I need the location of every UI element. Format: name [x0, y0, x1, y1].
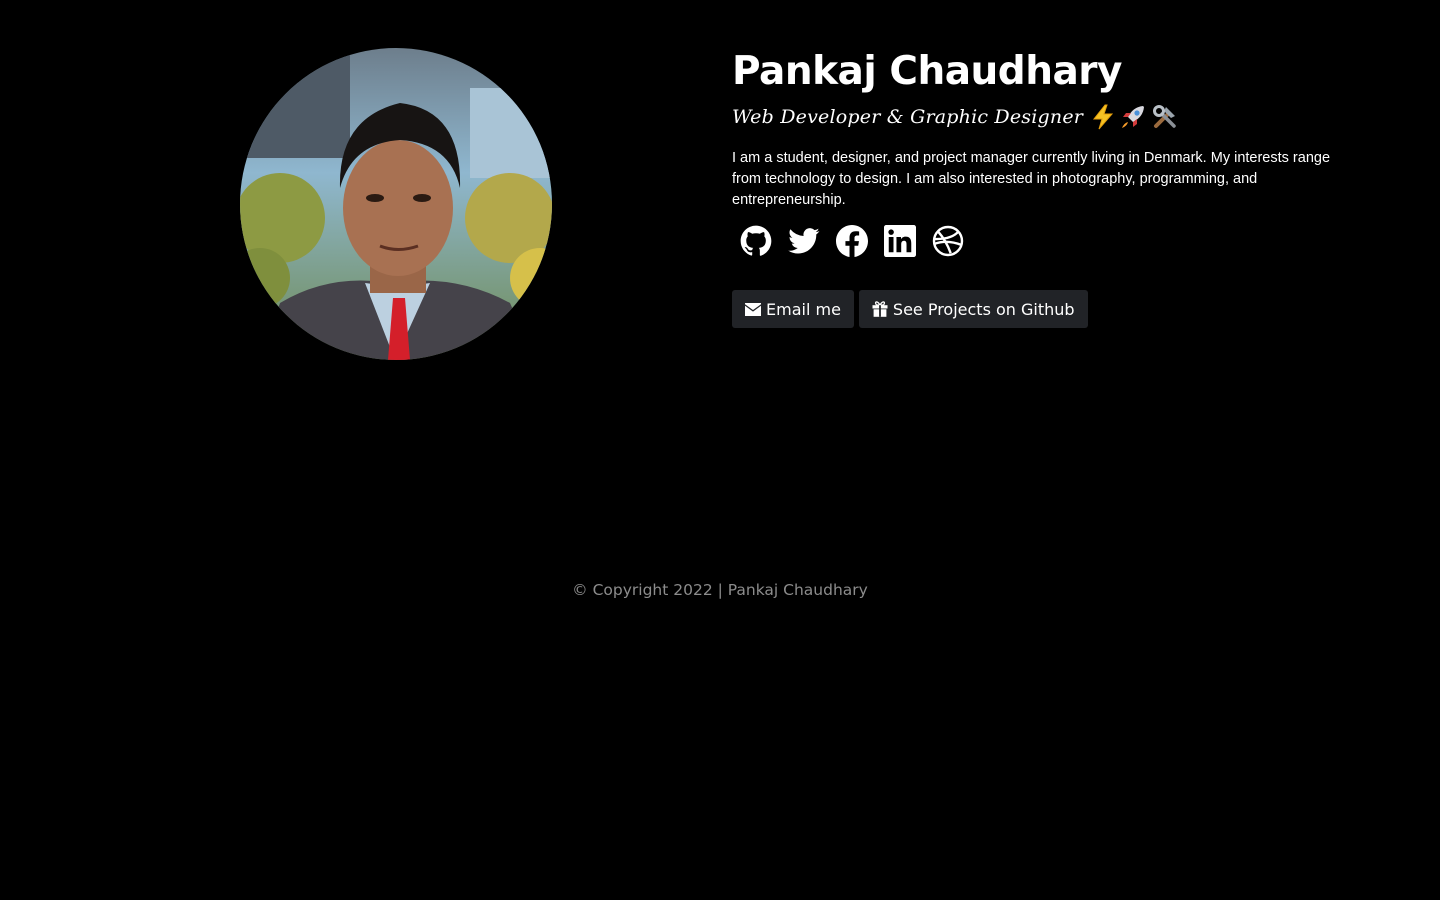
email-me-label: Email me	[766, 299, 841, 319]
tagline-emojis	[1091, 103, 1179, 131]
linkedin-link[interactable]	[884, 225, 916, 257]
email-me-button[interactable]: Email me	[732, 290, 854, 328]
social-links	[732, 225, 1372, 257]
footer-copyright: © Copyright 2022 | Pankaj Chaudhary	[572, 581, 868, 599]
github-link[interactable]	[740, 225, 772, 257]
gift-icon	[872, 301, 888, 317]
see-projects-button[interactable]: See Projects on Github	[858, 290, 1088, 328]
linkedin-icon	[884, 225, 916, 257]
dribbble-icon	[932, 225, 964, 257]
rocket-icon	[1119, 103, 1147, 131]
profile-name: Pankaj Chaudhary	[732, 49, 1122, 94]
twitter-icon	[788, 225, 820, 257]
see-projects-label: See Projects on Github	[892, 299, 1075, 319]
envelope-icon	[745, 302, 761, 316]
facebook-link[interactable]	[836, 225, 868, 257]
dribbble-link[interactable]	[932, 225, 964, 257]
profile-photo	[240, 48, 552, 360]
action-buttons: Email me See Projects on Github	[732, 290, 1372, 328]
github-icon	[740, 225, 772, 257]
portfolio-page: Pankaj Chaudhary Web Developer & Graphic…	[0, 0, 1440, 900]
profile-tagline: Web Developer & Graphic Designer	[732, 102, 1372, 132]
facebook-icon	[836, 225, 868, 257]
tools-icon	[1151, 103, 1179, 131]
profile-info: Pankaj Chaudhary Web Developer & Graphic…	[732, 48, 1372, 328]
profile-bio: I am a student, designer, and project ma…	[732, 150, 1331, 208]
lightning-icon	[1091, 104, 1115, 130]
tagline-text: Web Developer & Graphic Designer	[732, 106, 1084, 128]
twitter-link[interactable]	[788, 225, 820, 257]
